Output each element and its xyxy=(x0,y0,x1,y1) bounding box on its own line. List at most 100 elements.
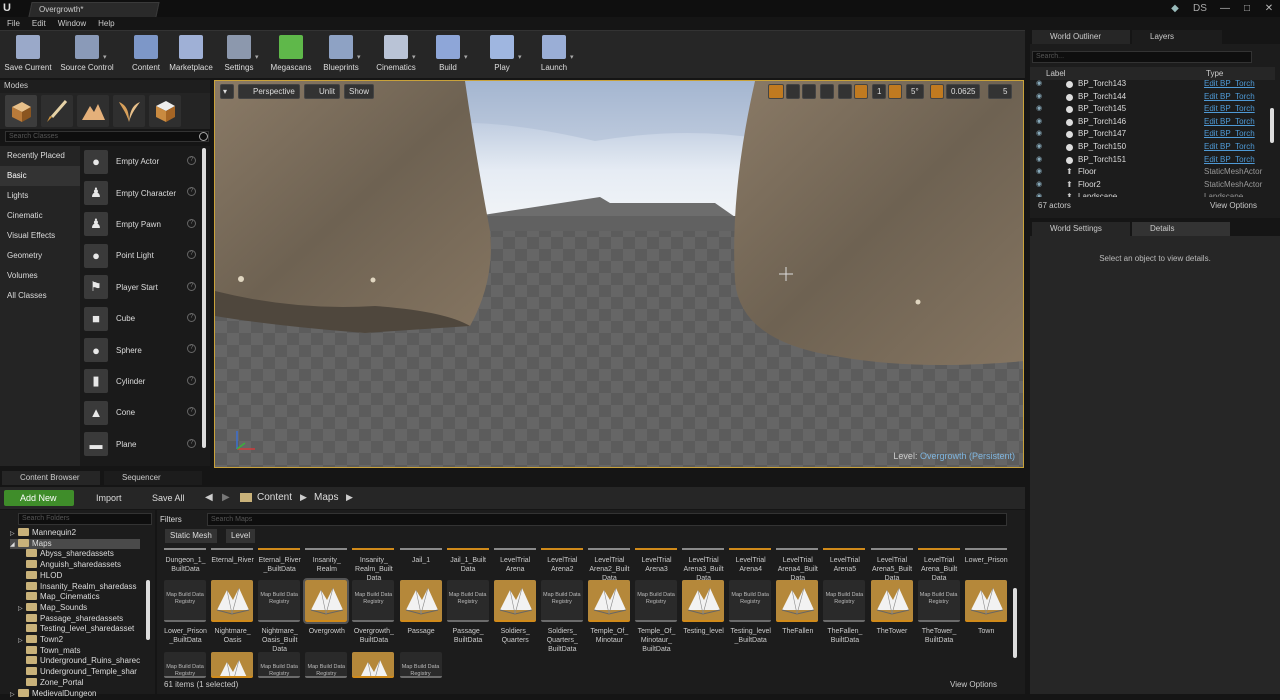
outliner-view-options[interactable]: View Options xyxy=(1210,199,1257,213)
visibility-icon[interactable]: ◉ xyxy=(1036,191,1042,197)
breadcrumb-maps[interactable]: Maps xyxy=(314,492,338,503)
scale-snap-value[interactable]: 0.0625 xyxy=(946,84,980,99)
edit-blueprint-link[interactable]: Edit BP_Torch xyxy=(1204,154,1255,167)
asset-tile-passage-builtdata[interactable]: Map Build Data Registry xyxy=(447,580,489,622)
folder-underground-ruins-sharec[interactable]: Underground_Ruins_sharec xyxy=(18,656,140,667)
folder-abyss-sharedassets[interactable]: Abyss_sharedassets xyxy=(18,549,114,560)
folder-map-sounds[interactable]: ▷Map_Sounds xyxy=(18,603,87,614)
scale-snap-icon[interactable] xyxy=(930,84,944,99)
asset-label[interactable]: LevelTrial Arena_Built Data xyxy=(916,556,963,583)
asset-tile-passage[interactable] xyxy=(400,580,442,622)
launch-dropdown-icon[interactable]: ▾ xyxy=(570,53,574,61)
grid-snap-icon[interactable] xyxy=(854,84,868,99)
outliner-row[interactable]: ◉BP_Torch144Edit BP_Torch xyxy=(1030,91,1268,104)
help-icon[interactable]: ? xyxy=(187,156,196,165)
perspective-button[interactable]: Perspective xyxy=(238,84,300,99)
class-item-sphere[interactable]: ●Sphere? xyxy=(80,334,210,365)
class-item-empty-character[interactable]: ♟Empty Character? xyxy=(80,177,210,208)
source-control-status-icon[interactable]: ◆ xyxy=(1164,3,1186,14)
help-icon[interactable]: ? xyxy=(187,250,196,259)
visibility-icon[interactable]: ◉ xyxy=(1036,154,1042,167)
class-item-player-start[interactable]: ⚑Player Start? xyxy=(80,272,210,303)
class-item-cube[interactable]: ■Cube? xyxy=(80,303,210,334)
tab-world-settings[interactable]: World Settings xyxy=(1032,222,1130,236)
outliner-row[interactable]: ◉BP_Torch147Edit BP_Torch xyxy=(1030,128,1268,141)
visibility-icon[interactable]: ◉ xyxy=(1036,141,1042,154)
visibility-icon[interactable]: ◉ xyxy=(1036,116,1042,129)
asset-tile[interactable]: Map Build Data Registry xyxy=(164,652,206,678)
breadcrumb-content[interactable]: Content xyxy=(257,492,292,503)
folder-underground-temple-shar[interactable]: Underground_Temple_shar xyxy=(18,667,137,678)
asset-label[interactable]: LevelTrial Arena2_Built Data xyxy=(586,556,633,583)
tab-world-outliner[interactable]: World Outliner xyxy=(1032,30,1130,44)
visibility-icon[interactable]: ◉ xyxy=(1036,103,1042,116)
back-icon[interactable]: ◀ xyxy=(205,492,213,503)
class-item-point-light[interactable]: ●Point Light? xyxy=(80,240,210,271)
play-dropdown-icon[interactable]: ▾ xyxy=(518,53,522,61)
import-button[interactable]: Import xyxy=(84,490,122,506)
menu-edit[interactable]: Edit xyxy=(32,17,46,30)
help-icon[interactable]: ? xyxy=(187,407,196,416)
maximize-button[interactable]: □ xyxy=(1236,3,1258,14)
asset-label[interactable]: Lower_Prison xyxy=(963,556,1010,565)
visibility-icon[interactable]: ◉ xyxy=(1036,78,1042,91)
settings-dropdown-icon[interactable]: ▾ xyxy=(255,53,259,61)
document-tab[interactable]: Overgrowth* xyxy=(28,2,159,17)
menu-help[interactable]: Help xyxy=(98,17,114,30)
edit-blueprint-link[interactable]: Edit BP_Torch xyxy=(1204,91,1255,104)
outliner-row[interactable]: ◉BP_Torch146Edit BP_Torch xyxy=(1030,116,1268,129)
asset-tile-overgrowth[interactable] xyxy=(305,580,347,622)
asset-label[interactable]: LevelTrial Arena2 xyxy=(539,556,586,574)
category-volumes[interactable]: Volumes xyxy=(0,266,80,286)
add-new-button[interactable]: Add New xyxy=(4,490,74,506)
folder-town-mats[interactable]: Town_mats xyxy=(18,646,80,657)
visibility-icon[interactable]: ◉ xyxy=(1036,91,1042,104)
asset-tile[interactable]: Map Build Data Registry xyxy=(305,652,347,678)
tab-details[interactable]: Details xyxy=(1132,222,1230,236)
outliner-row[interactable]: ◉BP_Torch143Edit BP_Torch xyxy=(1030,78,1268,91)
level-viewport[interactable]: Level: Overgrowth (Persistent) xyxy=(214,80,1024,468)
outliner-row[interactable]: ◉BP_Torch150Edit BP_Torch xyxy=(1030,141,1268,154)
asset-tile-thetower-builtdata[interactable]: Map Build Data Registry xyxy=(918,580,960,622)
asset-tile-thefallen-builtdata[interactable]: Map Build Data Registry xyxy=(823,580,865,622)
close-button[interactable]: ✕ xyxy=(1258,3,1280,14)
filter-chip-static-mesh[interactable]: Static Mesh xyxy=(165,529,217,543)
asset-label[interactable]: Eternal_River xyxy=(209,556,256,565)
asset-tile-soldiers-quarters-builtdata[interactable]: Map Build Data Registry xyxy=(541,580,583,622)
forward-icon[interactable]: ▶ xyxy=(222,492,230,503)
menu-file[interactable]: File xyxy=(7,17,20,30)
help-icon[interactable]: ? xyxy=(187,439,196,448)
modes-tab[interactable]: Modes xyxy=(0,80,210,93)
paint-mode-icon[interactable] xyxy=(41,95,73,127)
folder-tree-scrollbar[interactable] xyxy=(146,580,150,640)
outliner-row[interactable]: ◉BP_Torch145Edit BP_Torch xyxy=(1030,103,1268,116)
search-folders-input[interactable]: Search Folders xyxy=(18,513,152,525)
edit-blueprint-link[interactable]: Edit BP_Torch xyxy=(1204,128,1255,141)
translate-tool-icon[interactable] xyxy=(768,84,784,99)
help-icon[interactable]: ? xyxy=(187,219,196,228)
asset-tile-thetower[interactable] xyxy=(871,580,913,622)
class-item-plane[interactable]: ▬Plane? xyxy=(80,429,210,460)
asset-tile-thefallen[interactable] xyxy=(776,580,818,622)
save-current-button[interactable]: Save Current xyxy=(0,35,58,77)
outliner-row[interactable]: ◉⬆LandscapeLandscape xyxy=(1030,191,1268,197)
outliner-scrollbar[interactable] xyxy=(1270,108,1274,143)
asset-label[interactable]: Insanity_ Realm xyxy=(303,556,350,574)
minimize-button[interactable]: — xyxy=(1214,3,1236,14)
viewport-options-button[interactable]: ▾ xyxy=(220,84,234,99)
asset-label[interactable]: LevelTrial Arena3 xyxy=(633,556,680,574)
outliner-row[interactable]: ◉BP_Torch151Edit BP_Torch xyxy=(1030,154,1268,167)
visibility-icon[interactable]: ◉ xyxy=(1036,128,1042,141)
help-icon[interactable]: ? xyxy=(187,313,196,322)
camera-speed-button[interactable]: 5 xyxy=(988,84,1012,99)
asset-view-scrollbar[interactable] xyxy=(1013,588,1017,658)
folder-passage-sharedassets[interactable]: Passage_sharedassets xyxy=(18,614,123,625)
folder-insanity-realm-sharedass[interactable]: Insanity_Realm_sharedass xyxy=(18,582,137,593)
help-icon[interactable]: ? xyxy=(187,282,196,291)
world-local-icon[interactable] xyxy=(820,84,834,99)
asset-label[interactable]: LevelTrial Arena xyxy=(492,556,539,574)
filters-button[interactable]: Filters xyxy=(160,513,204,526)
play-button[interactable]: Play xyxy=(472,35,532,77)
asset-label[interactable]: LevelTrial Arena4 xyxy=(727,556,774,574)
category-geometry[interactable]: Geometry xyxy=(0,246,80,266)
